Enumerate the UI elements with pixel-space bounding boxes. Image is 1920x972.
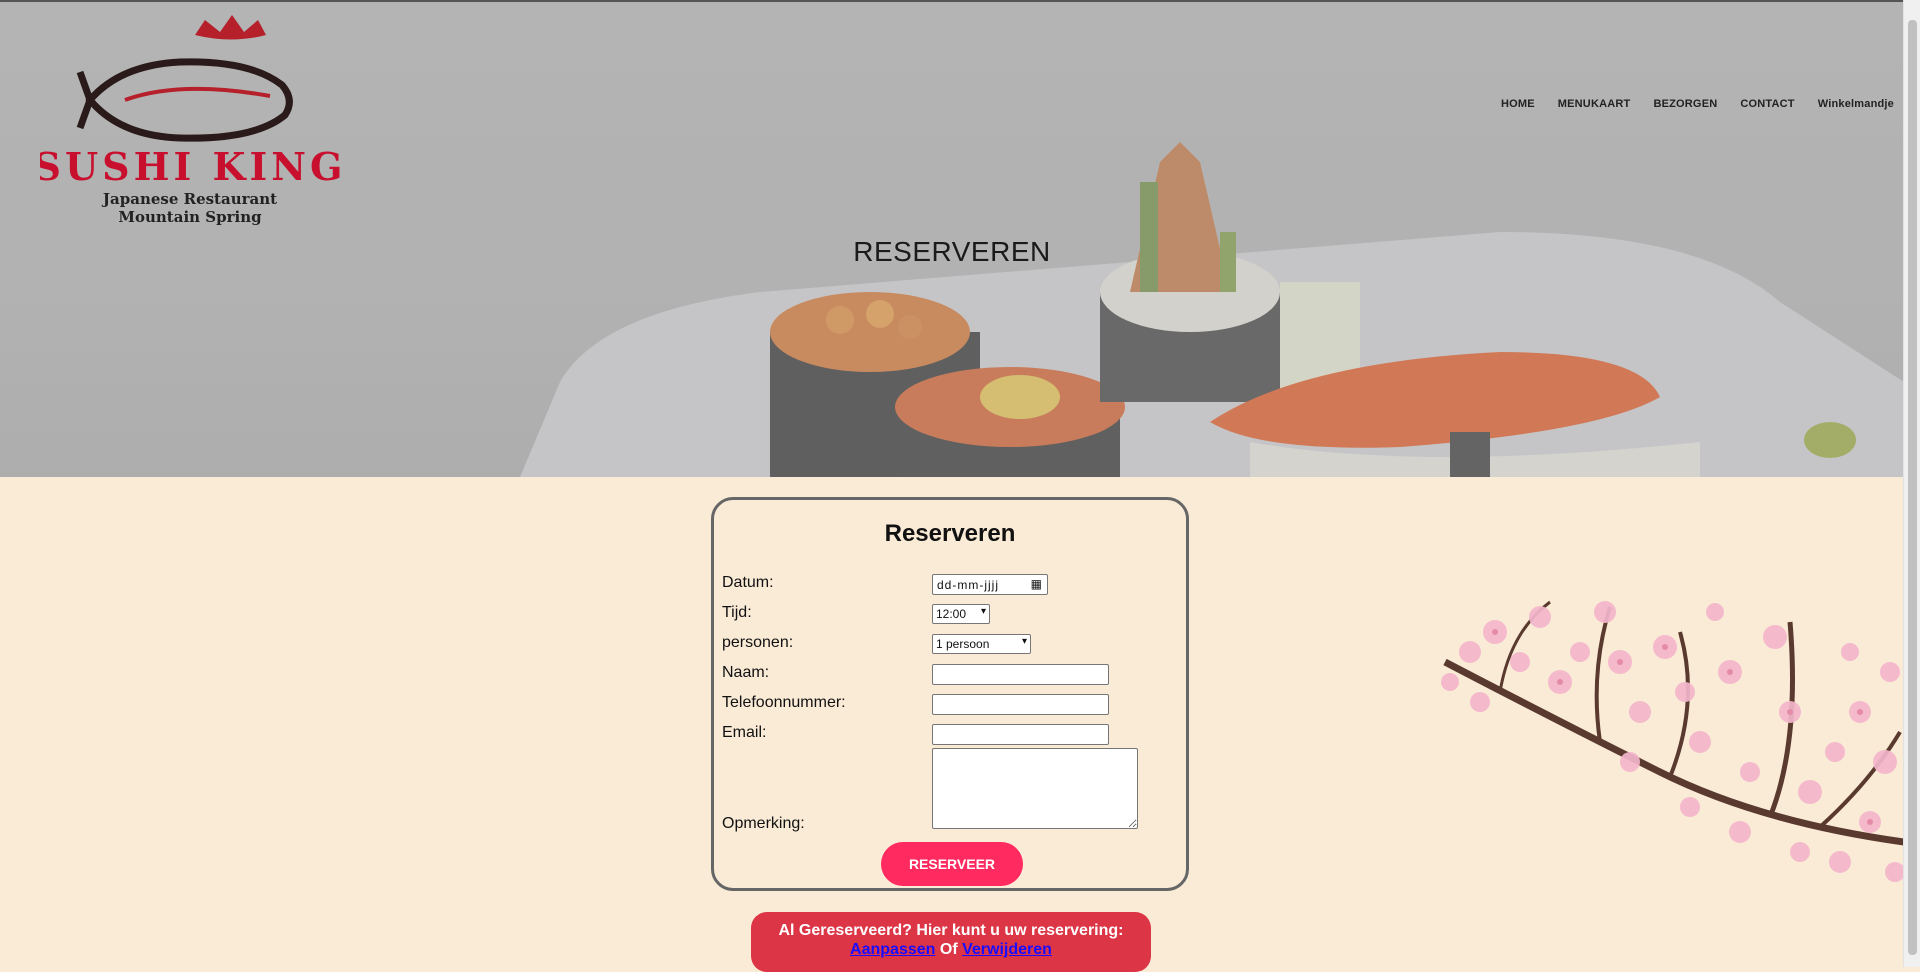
time-value: 12:00 <box>936 607 967 621</box>
nav-bezorgen[interactable]: BEZORGEN <box>1653 98 1717 110</box>
label-opmerking: Opmerking: <box>722 815 805 832</box>
nav-contact[interactable]: CONTACT <box>1740 98 1794 110</box>
remark-textarea[interactable] <box>932 748 1138 829</box>
label-naam: Naam: <box>722 664 770 681</box>
nav-winkelmandje[interactable]: Winkelmandje <box>1818 98 1894 110</box>
date-placeholder: dd-mm-jjjj <box>937 578 999 592</box>
label-tijd: Tijd: <box>722 604 752 621</box>
time-select[interactable]: 12:00 ▾ <box>932 604 990 624</box>
page-title: RESERVEREN <box>853 236 1051 267</box>
reserve-button[interactable]: RESERVEER <box>881 842 1023 886</box>
logo-subtitle-1: Japanese Restaurant <box>101 190 277 208</box>
chevron-down-icon: ▾ <box>1021 636 1027 647</box>
reservation-form: Reserveren Datum: dd-mm-jjjj ▦ Tijd: 12:… <box>711 497 1189 891</box>
nav-home[interactable]: HOME <box>1501 98 1535 110</box>
or-text: Of <box>939 941 958 958</box>
phone-input[interactable] <box>932 694 1109 715</box>
label-personen: personen: <box>722 634 794 651</box>
form-title: Reserveren <box>884 520 1016 547</box>
logo-brand-text: SUSHI KING <box>40 144 340 189</box>
calendar-icon[interactable]: ▦ <box>1031 577 1043 591</box>
hero-banner: SUSHI KING Japanese Restaurant Mountain … <box>0 2 1904 477</box>
main-nav: HOME MENUKAART BEZORGEN CONTACT Winkelma… <box>1478 98 1894 110</box>
logo-subtitle-2: Mountain Spring <box>118 208 262 226</box>
scrollbar-thumb[interactable] <box>1908 20 1917 955</box>
label-datum: Datum: <box>722 574 774 591</box>
existing-reservation-banner: Al Gereserveerd? Hier kunt u uw reserver… <box>751 912 1151 972</box>
label-email: Email: <box>722 724 767 741</box>
existing-reservation-text: Al Gereserveerd? Hier kunt u uw reserver… <box>778 922 1124 939</box>
nav-menukaart[interactable]: MENUKAART <box>1558 98 1631 110</box>
name-input[interactable] <box>932 664 1109 685</box>
delete-reservation-link[interactable]: Verwijderen <box>962 941 1052 958</box>
cherry-blossom-branch <box>1441 600 1904 882</box>
sushi-king-logo: SUSHI KING Japanese Restaurant Mountain … <box>40 15 340 226</box>
edit-reservation-link[interactable]: Aanpassen <box>850 941 935 958</box>
persons-value: 1 persoon <box>936 637 990 651</box>
persons-select[interactable]: 1 persoon ▾ <box>932 634 1031 654</box>
vertical-scrollbar[interactable] <box>1903 0 1920 967</box>
chevron-down-icon: ▾ <box>980 606 986 617</box>
label-telefoon: Telefoonnummer: <box>722 694 846 711</box>
date-input[interactable]: dd-mm-jjjj ▦ <box>932 574 1048 595</box>
email-input[interactable] <box>932 724 1109 745</box>
